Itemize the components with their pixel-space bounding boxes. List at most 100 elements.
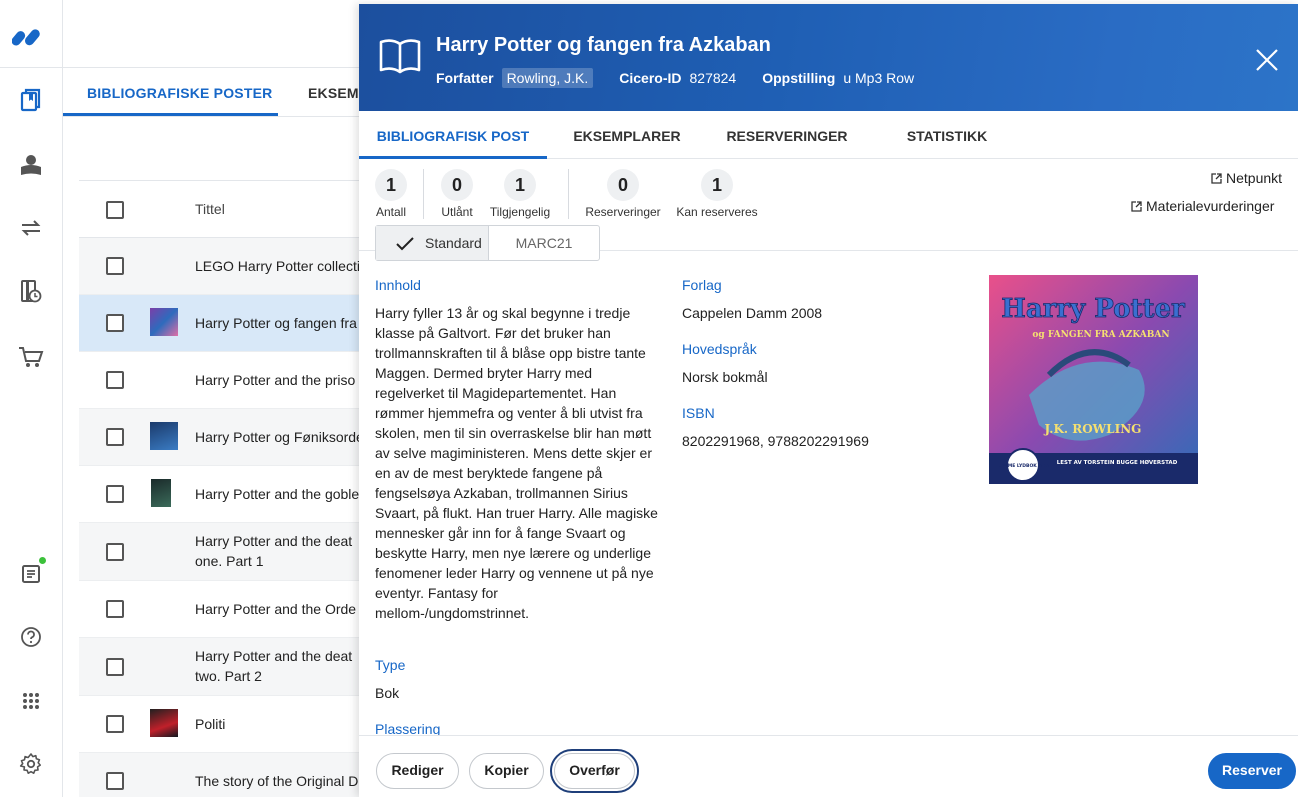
- sprak-label: Hovedspråk: [682, 341, 757, 357]
- list-item[interactable]: Harry Potter og fangen fra: [79, 295, 379, 352]
- innhold-line: Maggen. Dermed bryter Harry med: [375, 365, 593, 381]
- type-value: Bok: [375, 685, 400, 701]
- cicero-label: Cicero-ID: [619, 70, 682, 86]
- materialevurderinger-label: Materialevurderinger: [1146, 198, 1275, 214]
- list-item[interactable]: The story of the Original D: [79, 753, 379, 797]
- tab-eksemplarer[interactable]: EKSEMPLARER: [565, 111, 689, 159]
- logo-icon[interactable]: [11, 26, 48, 51]
- innhold-line: rømmer hjemmefra og venter å bli utvist …: [375, 405, 643, 421]
- tab-bibliografisk-post[interactable]: BIBLIOGRAFISK POST: [359, 111, 547, 159]
- innhold-line: mellom-/ungdomstrinnet.: [375, 605, 530, 621]
- placement-label: Oppstilling: [762, 70, 836, 86]
- tab-bibliografiske-poster[interactable]: BIBLIOGRAFISKE POSTER: [63, 68, 278, 116]
- stat-value: 1: [504, 169, 536, 201]
- kopier-button[interactable]: Kopier: [469, 753, 544, 789]
- row-checkbox[interactable]: [106, 428, 124, 446]
- stat-value: 1: [375, 169, 407, 201]
- list-item[interactable]: Politi: [79, 696, 379, 753]
- select-all-checkbox[interactable]: [106, 201, 124, 219]
- tab-statistikk[interactable]: STATISTIKK: [895, 111, 999, 159]
- panel-header: Harry Potter og fangen fra Azkaban Forfa…: [359, 4, 1298, 111]
- stat-utlant: 0 Utlånt: [439, 169, 475, 219]
- panel-tabs: BIBLIOGRAFISK POST EKSEMPLARER RESERVERI…: [359, 111, 1298, 159]
- list-item[interactable]: Harry Potter and the deat two. Part 2: [79, 638, 379, 696]
- marc21-view-option[interactable]: MARC21: [488, 226, 599, 260]
- check-icon: [396, 237, 414, 251]
- placement-value: u Mp3 Row: [843, 70, 915, 86]
- row-checkbox[interactable]: [106, 715, 124, 733]
- patron-icon[interactable]: [18, 152, 44, 178]
- innhold-text: Harry fyller 13 år og skal begynne i tre…: [375, 303, 675, 623]
- settings-icon[interactable]: [18, 751, 44, 777]
- view-toggle: Standard MARC21: [375, 225, 600, 261]
- cover-image: Harry Potter og FANGEN FRA AZKABAN J.K. …: [989, 275, 1198, 484]
- innhold-line: klasse på Galtvort. Før det bruker han: [375, 325, 611, 341]
- innhold-line: av selve magiministeren. Mens dette skje…: [375, 445, 652, 461]
- row-checkbox[interactable]: [106, 485, 124, 503]
- stat-value: 0: [441, 169, 473, 201]
- close-icon[interactable]: [1255, 48, 1279, 77]
- row-checkbox[interactable]: [106, 600, 124, 618]
- isbn-value: 8202291968, 9788202291969: [682, 433, 869, 449]
- innhold-line: skolen, men til sin overraskelse blir ha…: [375, 425, 652, 441]
- row-title: LEGO Harry Potter collecti: [195, 258, 360, 274]
- stat-reserveringer: 0 Reserveringer: [585, 169, 661, 219]
- row-checkbox[interactable]: [106, 658, 124, 676]
- stat-label: Kan reserveres: [676, 205, 758, 219]
- row-title: Harry Potter and the goble: [195, 486, 360, 502]
- cover-thumbnail: [151, 479, 171, 507]
- tab-reserveringer[interactable]: RESERVERINGER: [721, 111, 853, 159]
- stat-value: 0: [607, 169, 639, 201]
- row-checkbox[interactable]: [106, 772, 124, 790]
- author-label: Forfatter: [436, 70, 494, 86]
- forlag-label: Forlag: [682, 277, 722, 293]
- external-link-icon: [1211, 172, 1222, 184]
- list-item[interactable]: Harry Potter og Føniksorde: [79, 409, 379, 466]
- cicero-id: 827824: [689, 70, 737, 86]
- innhold-line: trollmannskraften til å blåse opp bistre…: [375, 345, 646, 361]
- cover-thumbnail: [150, 709, 178, 737]
- materialevurderinger-link[interactable]: Materialevurderinger: [1131, 198, 1274, 214]
- history-icon[interactable]: [18, 279, 44, 305]
- row-title: Harry Potter and the deat: [195, 648, 353, 664]
- help-icon[interactable]: [18, 624, 44, 650]
- overfor-button[interactable]: Overfør: [550, 749, 639, 793]
- row-title: Harry Potter and the Orde: [195, 601, 357, 617]
- column-title-header: Tittel: [195, 201, 225, 217]
- list-item[interactable]: Harry Potter and the Orde: [79, 581, 379, 638]
- row-checkbox[interactable]: [106, 314, 124, 332]
- row-title: The story of the Original D: [195, 773, 359, 789]
- list-item[interactable]: LEGO Harry Potter collecti: [79, 238, 379, 295]
- cover-thumbnail: [150, 422, 178, 450]
- row-checkbox[interactable]: [106, 257, 124, 275]
- row-checkbox[interactable]: [106, 371, 124, 389]
- stat-tilgjengelig: 1 Tilgjengelig: [488, 169, 552, 219]
- cover-subtitle: og FANGEN FRA AZKABAN: [1032, 330, 1169, 340]
- stat-separator: [568, 169, 569, 219]
- cover-title: Harry Potter: [1001, 294, 1185, 324]
- reserver-button[interactable]: Reserver: [1208, 753, 1296, 789]
- row-title-line2: two. Part 2: [195, 668, 262, 684]
- row-title: Harry Potter and the deat: [195, 533, 353, 549]
- standard-view-option[interactable]: Standard: [376, 226, 488, 260]
- apps-icon[interactable]: [18, 688, 44, 714]
- innhold-line: regelverket til Magidepartementet. Han: [375, 385, 617, 401]
- list-item[interactable]: Harry Potter and the deat one. Part 1: [79, 523, 379, 581]
- report-icon[interactable]: [18, 561, 44, 587]
- row-checkbox[interactable]: [106, 543, 124, 561]
- rediger-button[interactable]: Rediger: [376, 753, 459, 789]
- innhold-line: eventyr. Fantasy for: [375, 585, 498, 601]
- list-item[interactable]: Harry Potter and the goble: [79, 466, 379, 523]
- row-title: Harry Potter og Føniksorde: [195, 429, 364, 445]
- record-detail-panel: Harry Potter og fangen fra Azkaban Forfa…: [359, 4, 1298, 797]
- author-link[interactable]: Rowling, J.K.: [501, 68, 594, 88]
- acquisition-icon[interactable]: [18, 344, 44, 370]
- cover-author: J.K. ROWLING: [1044, 422, 1142, 436]
- list-item[interactable]: Harry Potter and the priso: [79, 352, 379, 409]
- innhold-line: fengselsøya Azkaban, trollmannen Sirius: [375, 485, 628, 501]
- stat-value: 1: [701, 169, 733, 201]
- catalog-icon[interactable]: [18, 87, 44, 113]
- netpunkt-link[interactable]: Netpunkt: [1211, 170, 1282, 186]
- circulation-icon[interactable]: [18, 215, 44, 241]
- row-title: Harry Potter og fangen fra: [195, 315, 357, 331]
